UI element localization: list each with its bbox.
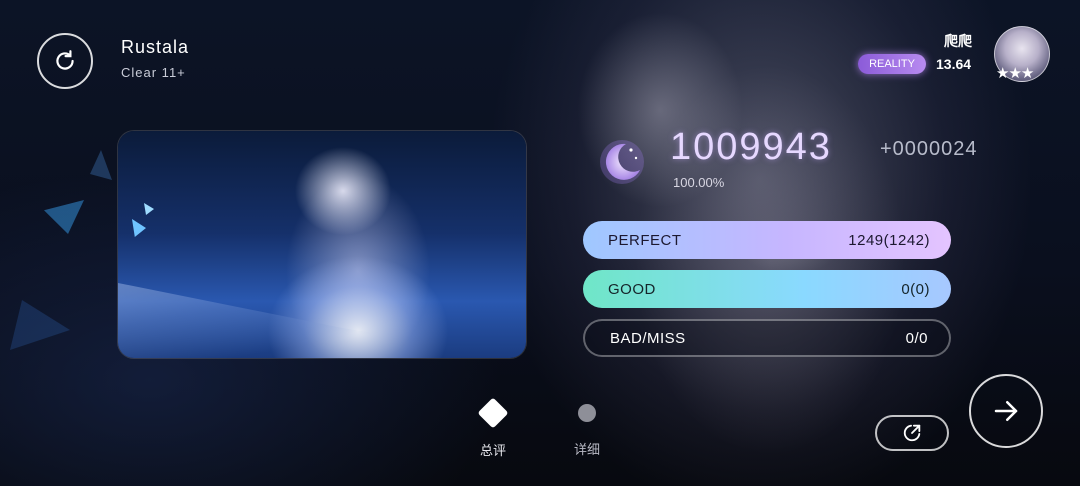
song-difficulty: Clear 11+ xyxy=(121,65,186,80)
score-difference: +0000024 xyxy=(880,138,978,160)
judgement-label: BAD/MISS xyxy=(610,329,686,347)
judgement-perfect: PERFECT 1249(1242) xyxy=(583,221,951,259)
share-icon xyxy=(903,424,921,442)
tab-label: 详细 xyxy=(573,442,600,457)
crescent-moon-icon xyxy=(600,140,644,184)
player-name: 爬爬 xyxy=(944,33,972,49)
share-button[interactable] xyxy=(875,415,949,451)
judgement-count: 1249(1242) xyxy=(848,231,930,249)
judgement-label: PERFECT xyxy=(608,231,682,249)
tab-detail[interactable]: 详细 xyxy=(566,398,608,458)
diamond-icon xyxy=(477,397,509,429)
judgement-count: 0/0 xyxy=(905,329,928,347)
arrow-right-icon xyxy=(994,401,1018,421)
judgement-good: GOOD 0(0) xyxy=(583,270,951,308)
score-value: 1009943 xyxy=(670,126,832,168)
judgement-bad-miss: BAD/MISS 0/0 xyxy=(583,319,951,357)
song-illustration xyxy=(118,131,526,358)
retry-icon xyxy=(56,50,74,70)
judgement-count: 0(0) xyxy=(901,280,930,298)
retry-button[interactable] xyxy=(37,33,93,89)
background-shard xyxy=(44,200,84,234)
background-shard xyxy=(90,150,112,180)
background-shard xyxy=(10,300,70,350)
accuracy: 100.00% xyxy=(673,175,725,190)
avatar-stars-icon: ★★★ xyxy=(996,65,1034,82)
next-button[interactable] xyxy=(969,374,1043,448)
player-rks: 13.64 xyxy=(936,56,972,72)
dot-icon xyxy=(578,404,596,422)
rank-badge: REALITY xyxy=(858,54,926,74)
tab-summary[interactable]: 总评 xyxy=(472,397,514,459)
judgement-label: GOOD xyxy=(608,280,656,298)
song-title: Rustala xyxy=(121,37,190,57)
tab-label: 总评 xyxy=(479,443,506,458)
